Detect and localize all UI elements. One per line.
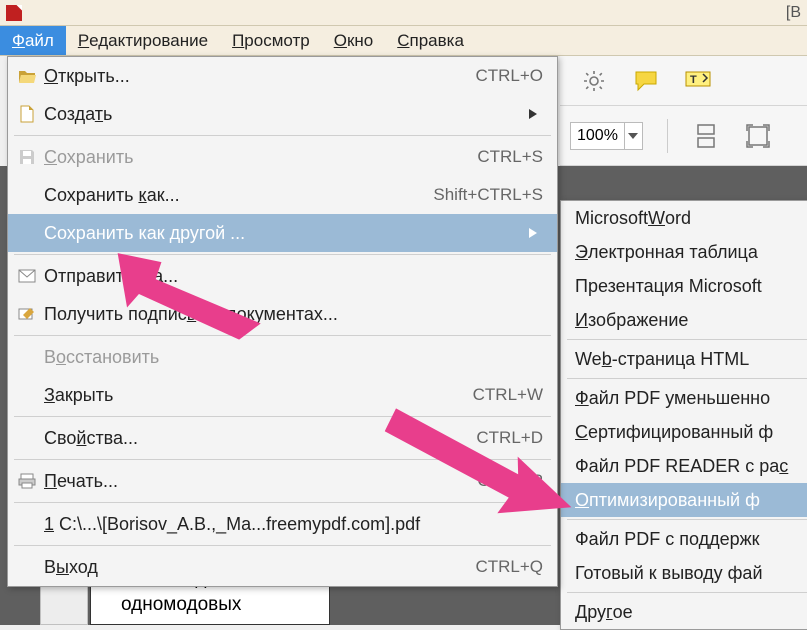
menu-shortcut: CTRL+S — [477, 147, 543, 167]
file-new-icon — [16, 104, 38, 124]
menu-item[interactable]: Редактирование — [66, 26, 220, 55]
menu-item-label: Отправить фа... — [44, 266, 543, 287]
text-highlight-icon[interactable]: T — [684, 67, 712, 95]
blank-icon — [16, 223, 38, 243]
app-pdf-icon — [6, 5, 22, 21]
menu-item[interactable]: Справка — [385, 26, 476, 55]
save-icon — [16, 147, 38, 167]
fit-page-icon[interactable] — [744, 122, 772, 150]
submenu-item[interactable]: Изображение — [561, 303, 807, 337]
file-menu-item: Восстановить — [8, 338, 557, 376]
file-menu-item[interactable]: Свойства...CTRL+D — [8, 419, 557, 457]
menu-separator — [14, 254, 551, 255]
file-menu-item[interactable]: Отправить фа... — [8, 257, 557, 295]
menu-shortcut: CTRL+W — [473, 385, 543, 405]
scroll-mode-icon[interactable] — [692, 122, 720, 150]
menu-item-label: Создать — [44, 104, 519, 125]
menu-item[interactable]: Окно — [322, 26, 386, 55]
titlebar: [В — [0, 0, 807, 26]
menu-separator — [567, 592, 807, 593]
file-menu-item[interactable]: Сохранить как...Shift+CTRL+S — [8, 176, 557, 214]
menu-separator — [14, 335, 551, 336]
file-menu-item[interactable]: Получить подпись на документах... — [8, 295, 557, 333]
comment-icon[interactable] — [632, 67, 660, 95]
submenu-item[interactable]: Microsoft Word — [561, 201, 807, 235]
menu-separator — [14, 459, 551, 460]
menu-item[interactable]: Просмотр — [220, 26, 322, 55]
file-menu-item[interactable]: Открыть...CTRL+O — [8, 57, 557, 95]
file-menu-item[interactable]: Печать...CTRL+P — [8, 462, 557, 500]
menu-shortcut: CTRL+D — [476, 428, 543, 448]
file-menu-item[interactable]: Создать — [8, 95, 557, 133]
menu-separator — [14, 416, 551, 417]
menu-shortcut: CTRL+O — [475, 66, 543, 86]
file-menu-item[interactable]: 1 C:\...\[Borisov_A.B.,_Ma...freemypdf.c… — [8, 505, 557, 543]
menu-item-label: Сохранить как... — [44, 185, 433, 206]
submenu-item[interactable]: Готовый к выводу фай — [561, 556, 807, 590]
submenu-item[interactable]: Сертифицированный ф — [561, 415, 807, 449]
menu-separator — [14, 545, 551, 546]
mail-icon — [16, 266, 38, 286]
blank-icon — [16, 557, 38, 577]
blank-icon — [16, 185, 38, 205]
file-menu-item: СохранитьCTRL+S — [8, 138, 557, 176]
menu-item-label: Закрыть — [44, 385, 473, 406]
folder-open-icon — [16, 66, 38, 86]
menu-item-label: Сохранить — [44, 147, 477, 168]
menu-separator — [14, 502, 551, 503]
menu-item-label: Печать... — [44, 471, 477, 492]
menu-shortcut: CTRL+Q — [475, 557, 543, 577]
menu-separator — [567, 339, 807, 340]
gear-icon[interactable] — [580, 67, 608, 95]
submenu-item[interactable]: Презентация Microsoft — [561, 269, 807, 303]
submenu-item[interactable]: Web-страница HTML — [561, 342, 807, 376]
menu-separator — [14, 135, 551, 136]
menu-item-label: Получить подпись на документах... — [44, 304, 543, 325]
menu-shortcut: CTRL+P — [477, 471, 543, 491]
submenu-item[interactable]: Файл PDF уменьшенно — [561, 381, 807, 415]
submenu-item[interactable]: Электронная таблица — [561, 235, 807, 269]
file-menu-item[interactable]: ЗакрытьCTRL+W — [8, 376, 557, 414]
submenu-item[interactable]: Оптимизированный ф — [561, 483, 807, 517]
zoom-value: 100% — [571, 127, 624, 145]
menu-item-label: 1 C:\...\[Borisov_A.B.,_Ma...freemypdf.c… — [44, 514, 543, 535]
toolbar-row-2: 100% — [560, 106, 807, 166]
blank-icon — [16, 347, 38, 367]
menubar: ФайлРедактированиеПросмотрОкноСправка — [0, 26, 807, 56]
submenu-item[interactable]: Файл PDF с поддержк — [561, 522, 807, 556]
separator — [667, 119, 668, 153]
menu-item-label: Открыть... — [44, 66, 475, 87]
file-menu-dropdown: Открыть...CTRL+OСоздатьСохранитьCTRL+SСо… — [7, 56, 558, 587]
menu-item-label: Восстановить — [44, 347, 543, 368]
blank-icon — [16, 428, 38, 448]
window-title: [В — [786, 4, 801, 22]
file-menu-item[interactable]: ВыходCTRL+Q — [8, 548, 557, 586]
zoom-combo[interactable]: 100% — [570, 122, 643, 150]
menu-separator — [567, 519, 807, 520]
blank-icon — [16, 385, 38, 405]
blank-icon — [16, 514, 38, 534]
menu-item-label: Сохранить как другой ... — [44, 223, 519, 244]
menu-item[interactable]: Файл — [0, 26, 66, 55]
menu-item-label: Выход — [44, 557, 475, 578]
svg-text:T: T — [690, 74, 697, 86]
submenu-arrow-icon — [529, 109, 543, 119]
doc-text-line: одномодовых — [121, 592, 299, 618]
save-as-other-submenu: Microsoft WordЭлектронная таблицаПрезент… — [560, 200, 807, 630]
print-icon — [16, 471, 38, 491]
submenu-item[interactable]: Другое — [561, 595, 807, 629]
file-menu-item[interactable]: Сохранить как другой ... — [8, 214, 557, 252]
menu-item-label: Свойства... — [44, 428, 476, 449]
toolbar-row-1: T — [560, 56, 807, 106]
menu-separator — [567, 378, 807, 379]
submenu-item[interactable]: Файл PDF READER с рас — [561, 449, 807, 483]
chevron-down-icon[interactable] — [624, 123, 642, 149]
menu-shortcut: Shift+CTRL+S — [433, 185, 543, 205]
submenu-arrow-icon — [529, 228, 543, 238]
sign-icon — [16, 304, 38, 324]
